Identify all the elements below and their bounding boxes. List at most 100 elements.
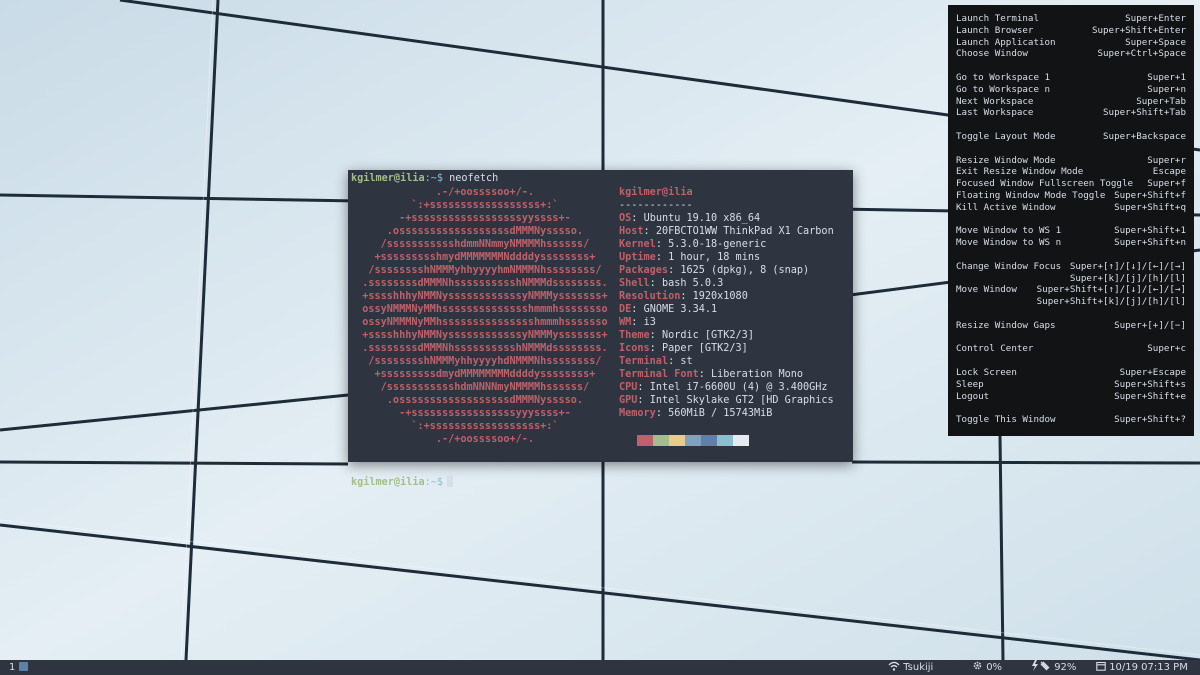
keybinding-keys: Super+Shift+[k]/[j]/[h]/[l] (1036, 296, 1186, 308)
keybinding-keys: Super+Shift+e (1114, 390, 1186, 402)
wifi-icon (888, 661, 900, 671)
info-value: Ubuntu 19.10 x86_64 (643, 213, 761, 224)
info-key: Uptime (619, 252, 656, 263)
keybinding-action: Last Workspace (956, 107, 1034, 119)
command-text: neofetch (449, 173, 499, 184)
logo-line: /sssssssshNMMMyhhyyyyhdNMMMNhssssssss/ (350, 356, 602, 367)
keybinding-action: Kill Active Window (956, 201, 1056, 213)
keybinding-action: Toggle This Window (956, 414, 1056, 426)
prompt-path: :~$ (424, 477, 444, 488)
keybinding-action: Choose Window (956, 48, 1028, 60)
keybinding-keys: Super+Space (1125, 36, 1186, 48)
battery-level: 92% (1054, 662, 1077, 673)
keybinding-action: Focused Window Fullscreen Toggle (956, 178, 1134, 190)
prompt-user: kgilmer@ilia (351, 477, 425, 488)
logo-line: .-/+oossssoo+/-. (350, 434, 535, 445)
network-status[interactable]: Tsukiji (888, 660, 933, 675)
info-colon: : (655, 252, 669, 263)
info-value: Intel i7-6600U (4) @ 3.400GHz (649, 382, 828, 393)
keybinding-action: Floating Window Mode Toggle (956, 190, 1106, 201)
cpu-usage: 0% (986, 662, 1003, 673)
info-colon: : (698, 369, 712, 380)
info-value: 1920x1080 (692, 291, 748, 302)
info-row: DE: GNOME 3.34.1 (619, 303, 834, 316)
info-value: st (680, 356, 693, 367)
keybinding-row: Next Workspace Super+Tab (956, 96, 1186, 108)
info-value: GNOME 3.34.1 (643, 304, 718, 315)
logo-line: +sssshhhyNMMNyssssssssssssyNMMMysssssss+ (350, 291, 608, 302)
command-line: kgilmer@ilia:~$ neofetch (351, 172, 498, 185)
logo-line: .ossssssssssssssssssdMMMNysssso. (350, 395, 584, 406)
keybinding-keys: Super+f (1147, 178, 1186, 190)
keybinding-action: Move Window to WS n (956, 237, 1062, 249)
keybinding-action: Logout (956, 390, 990, 402)
keybinding-row: Last Workspace Super+Shift+Tab (956, 107, 1186, 119)
keybinding-row: Logout Super+Shift+e (956, 391, 1186, 403)
status-bar: 1 Tsukiji 0% 92% 10/19 07:13 PM (0, 660, 1200, 675)
logo-line: -+sssssssssssssssssyyyssss+- (350, 408, 571, 419)
info-key: CPU (619, 382, 638, 393)
info-value: 5.3.0-18-generic (668, 239, 767, 250)
keybinding-row: Control Center Super+c (956, 343, 1186, 355)
keybinding-row: Sleep Super+Shift+s (956, 379, 1186, 391)
info-key: Terminal Font (619, 369, 699, 380)
keybinding-row: Move Window to WS n Super+Shift+n (956, 237, 1186, 249)
keybinding-keys: Super+1 (1147, 72, 1186, 83)
battery-charging-icon (1032, 660, 1050, 671)
keybinding-keys: Super+Tab (1136, 95, 1186, 107)
keybinding-action: Move Window to WS 1 (956, 225, 1062, 237)
info-value: 20FBCTO1WW ThinkPad X1 Carbon (655, 226, 834, 237)
info-colon: : (637, 395, 650, 406)
keybinding-action: Toggle Layout Mode (956, 131, 1056, 142)
info-colon: : (649, 278, 662, 289)
keybinding-cheatsheet: Launch Terminal Super+Enter Launch Browser… (948, 5, 1194, 436)
keybinding-action: Resize Window Gaps (956, 319, 1056, 331)
battery-status[interactable]: 92% (1031, 660, 1076, 675)
terminal-window[interactable]: kgilmer@ilia:~$ neofetch .-/+oossssoo+/-… (348, 170, 853, 488)
keybinding-row: Kill Active Window Super+Shift+q (956, 202, 1186, 214)
info-colon: : (649, 330, 662, 341)
keybinding-keys: Super+Shift+Enter (1091, 24, 1186, 36)
info-row: GPU: Intel Skylake GT2 [HD Graphics (619, 394, 834, 407)
info-key: WM (619, 317, 632, 328)
info-value: Paper [GTK2/3] (661, 343, 748, 354)
prompt-user: kgilmer@ilia (351, 173, 425, 184)
info-key: Memory (619, 408, 656, 419)
keybinding-keys: Super+Shift+n (1114, 237, 1186, 249)
info-value: i3 (643, 317, 656, 328)
info-key: GPU (619, 395, 638, 406)
keybinding-action: Control Center (956, 343, 1034, 355)
keybinding-keys: Super+Ctrl+Space (1097, 48, 1186, 60)
keybinding-keys: Super+c (1147, 343, 1186, 355)
info-title: kgilmer@ilia (619, 187, 693, 198)
info-key: Theme (619, 330, 650, 341)
info-key: Packages (619, 265, 669, 276)
keybinding-row: Move Window Super+Shift+[↑]/[↓]/[←]/[→] (956, 284, 1186, 296)
clock[interactable]: 10/19 07:13 PM (1096, 660, 1188, 675)
keybinding-row: Go to Workspace 1 Super+1 (956, 72, 1186, 84)
info-row: WM: i3 (619, 316, 834, 329)
info-key: OS (619, 213, 632, 224)
info-row: Resolution: 1920x1080 (619, 290, 834, 303)
info-row: Terminal Font: Liberation Mono (619, 368, 834, 381)
workspace-button[interactable]: 1 (9, 660, 28, 675)
keybinding-action: Exit Resize Window Mode (956, 166, 1084, 178)
keybinding-row: Exit Resize Window Mode Escape (956, 166, 1186, 178)
logo-line: -+ssssssssssssssssssyyssss+- (350, 213, 571, 224)
cpu-status[interactable]: 0% (972, 660, 1002, 675)
info-key: Terminal (619, 356, 669, 367)
info-row: Icons: Paper [GTK2/3] (619, 342, 834, 355)
keybinding-row: Go to Workspace n Super+n (956, 84, 1186, 96)
keybinding-action: Go to Workspace 1 (956, 72, 1051, 83)
logo-line: .ossssssssssssssssssdMMMNysssso. (350, 226, 584, 237)
info-row: Memory: 560MiB / 15743MiB (619, 407, 834, 420)
system-info: kgilmer@ilia ------------ OS: Ubuntu 19.… (619, 186, 834, 420)
color-palette (637, 435, 749, 446)
logo-line: ossyNMMMNyMMhssssssssssssssshmmmhsssssso (350, 317, 608, 328)
info-colon: : (631, 213, 644, 224)
info-value: Liberation Mono (711, 369, 804, 380)
keybinding-row: Resize Window Mode Super+r (956, 155, 1186, 167)
input-prompt-line[interactable]: kgilmer@ilia:~$ (351, 475, 454, 489)
info-row: Host: 20FBCTO1WW ThinkPad X1 Carbon (619, 225, 834, 238)
keybinding-action: Next Workspace (956, 95, 1034, 107)
